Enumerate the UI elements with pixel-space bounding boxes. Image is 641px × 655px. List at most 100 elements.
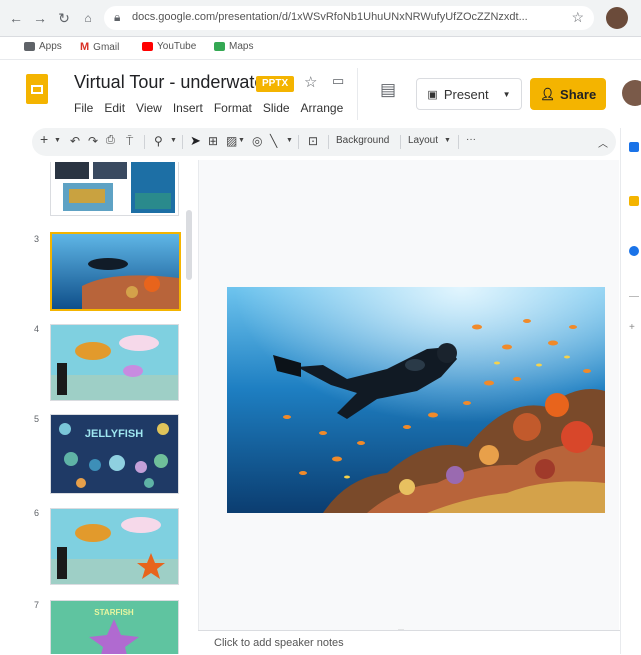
slide-thumbnail-3[interactable] <box>50 232 181 311</box>
lock-icon: 🔒︎ <box>114 10 121 24</box>
bookmark-label: Apps <box>39 41 62 52</box>
shape-icon[interactable]: ◎ <box>252 134 262 148</box>
editing-toolbar: + ▼ ↶ ↷ ⎙ ⍑ ⚲ ▼ ➤ ⊞ ▨ ▼ ◎ ╲ ▼ ⊡ Backgrou… <box>32 128 616 156</box>
zoom-icon[interactable]: ⚲ <box>154 134 163 148</box>
resize-handle[interactable]: ··· <box>398 627 416 633</box>
filmstrip-scrollbar[interactable] <box>186 210 192 280</box>
keep-icon[interactable] <box>629 196 639 206</box>
menu-insert[interactable]: Insert <box>173 101 203 115</box>
calendar-icon[interactable] <box>629 142 639 152</box>
menu-slide[interactable]: Slide <box>263 101 290 115</box>
home-icon[interactable]: ⌂ <box>80 9 96 27</box>
bookmark-star-icon[interactable]: ☆ <box>571 9 584 26</box>
slide-thumbnail-2[interactable] <box>50 162 179 216</box>
image-menu-icon[interactable]: ▼ <box>238 137 245 144</box>
slide-2-preview <box>51 162 178 215</box>
reload-icon[interactable]: ↻ <box>56 9 72 27</box>
menu-format[interactable]: Format <box>214 101 252 115</box>
maps-icon <box>214 42 225 51</box>
zoom-menu-icon[interactable]: ▼ <box>170 137 177 144</box>
toolbar-divider <box>182 135 183 149</box>
menu-file[interactable]: File <box>74 101 93 115</box>
slide-number: 3 <box>34 234 40 244</box>
present-button[interactable]: ▣ Present ▼ <box>416 78 522 110</box>
image-icon[interactable]: ▨ <box>226 134 237 148</box>
toolbar-divider <box>458 135 459 149</box>
url-text: docs.google.com/presentation/d/1xWSvRfoN… <box>132 11 528 23</box>
slide-6-preview <box>51 509 178 584</box>
bookmark-youtube[interactable]: YouTube <box>142 41 196 52</box>
star-icon[interactable]: ☆ <box>304 73 317 91</box>
bookmark-apps[interactable]: Apps <box>24 41 62 52</box>
line-menu-icon[interactable]: ▼ <box>286 137 293 144</box>
bookmark-label: Maps <box>229 41 254 52</box>
share-button[interactable]: 👤︎ Share <box>530 78 606 110</box>
slide-thumbnail-7[interactable]: STARFISH <box>50 600 179 654</box>
new-slide-icon[interactable]: + <box>40 131 48 147</box>
menu-view[interactable]: View <box>136 101 162 115</box>
layout-button[interactable]: Layout <box>408 135 438 146</box>
speaker-notes-placeholder: Click to add speaker notes <box>214 637 344 649</box>
select-cursor-icon[interactable]: ➤ <box>190 133 201 149</box>
present-icon: ▣ <box>427 88 438 101</box>
redo-icon[interactable]: ↷ <box>88 134 98 148</box>
slide-7-title: STARFISH <box>94 608 134 617</box>
apps-grid-icon <box>24 42 35 51</box>
bookmarks-bar: Apps M Gmail YouTube Maps <box>0 37 641 60</box>
slide-7-preview: STARFISH <box>51 601 178 654</box>
slide-thumbnail-5[interactable]: JELLYFISH <box>50 414 179 494</box>
toolbar-divider <box>144 135 145 149</box>
chevron-down-icon[interactable]: ▼ <box>503 90 511 99</box>
slide-number: 7 <box>34 600 40 610</box>
forward-icon[interactable]: → <box>32 9 48 27</box>
collapse-toolbar-icon[interactable]: ︿ <box>598 135 608 150</box>
back-icon[interactable]: ← <box>8 9 24 27</box>
menu-bar: File Edit View Insert Format Slide Arran… <box>74 101 343 115</box>
profile-avatar[interactable] <box>606 7 628 29</box>
background-button[interactable]: Background <box>336 135 389 146</box>
document-title[interactable]: Virtual Tour - underwater <box>74 72 270 93</box>
browser-toolbar: ← → ↻ ⌂ 🔒︎ docs.google.com/presentation/… <box>0 0 641 37</box>
slides-logo-icon[interactable] <box>26 74 48 104</box>
share-label: Share <box>560 86 597 102</box>
header-divider <box>357 68 358 120</box>
slide-number: 6 <box>34 508 40 518</box>
toolbar-divider <box>298 135 299 149</box>
add-addon-icon[interactable]: + <box>629 322 635 333</box>
menu-edit[interactable]: Edit <box>104 101 125 115</box>
print-icon[interactable]: ⎙ <box>106 134 115 147</box>
tasks-icon[interactable] <box>629 246 639 256</box>
bookmark-label: Gmail <box>93 41 120 53</box>
layout-menu-icon[interactable]: ▼ <box>444 137 451 144</box>
slide-3-preview <box>52 234 179 309</box>
move-folder-icon[interactable]: ▭ <box>332 73 344 89</box>
toolbar-divider <box>328 135 329 149</box>
undo-icon[interactable]: ↶ <box>70 134 80 148</box>
slide-number: 5 <box>34 414 40 424</box>
slide-thumbnail-4[interactable] <box>50 324 179 401</box>
paint-format-icon[interactable]: ⍑ <box>126 134 133 149</box>
slide-thumbnail-6[interactable] <box>50 508 179 585</box>
toolbar-divider <box>400 135 401 149</box>
menu-arrange[interactable]: Arrange <box>301 101 344 115</box>
text-box-icon[interactable]: ⊞ <box>208 134 218 148</box>
speaker-notes[interactable]: ··· Click to add speaker notes <box>198 627 641 655</box>
bookmark-maps[interactable]: Maps <box>214 41 253 52</box>
new-slide-menu-icon[interactable]: ▼ <box>54 137 61 144</box>
slide-5-title: JELLYFISH <box>85 428 143 440</box>
bookmark-gmail[interactable]: M Gmail <box>80 41 119 53</box>
panel-divider <box>629 296 639 297</box>
comments-icon[interactable]: ▤ <box>380 80 396 100</box>
account-avatar[interactable] <box>622 80 641 106</box>
slide-5-preview: JELLYFISH <box>51 415 178 493</box>
slide-number: 4 <box>34 324 40 334</box>
address-bar[interactable]: 🔒︎ docs.google.com/presentation/d/1xWSvR… <box>104 6 594 30</box>
side-panel: + <box>620 128 641 654</box>
line-icon[interactable]: ╲ <box>270 134 277 148</box>
current-slide[interactable] <box>227 287 605 513</box>
youtube-icon <box>142 42 153 51</box>
comment-add-icon[interactable]: ⊡ <box>308 134 318 148</box>
more-options-button[interactable]: ··· <box>466 134 476 145</box>
present-label: Present <box>443 86 489 102</box>
underwater-diver-image[interactable] <box>227 287 605 513</box>
